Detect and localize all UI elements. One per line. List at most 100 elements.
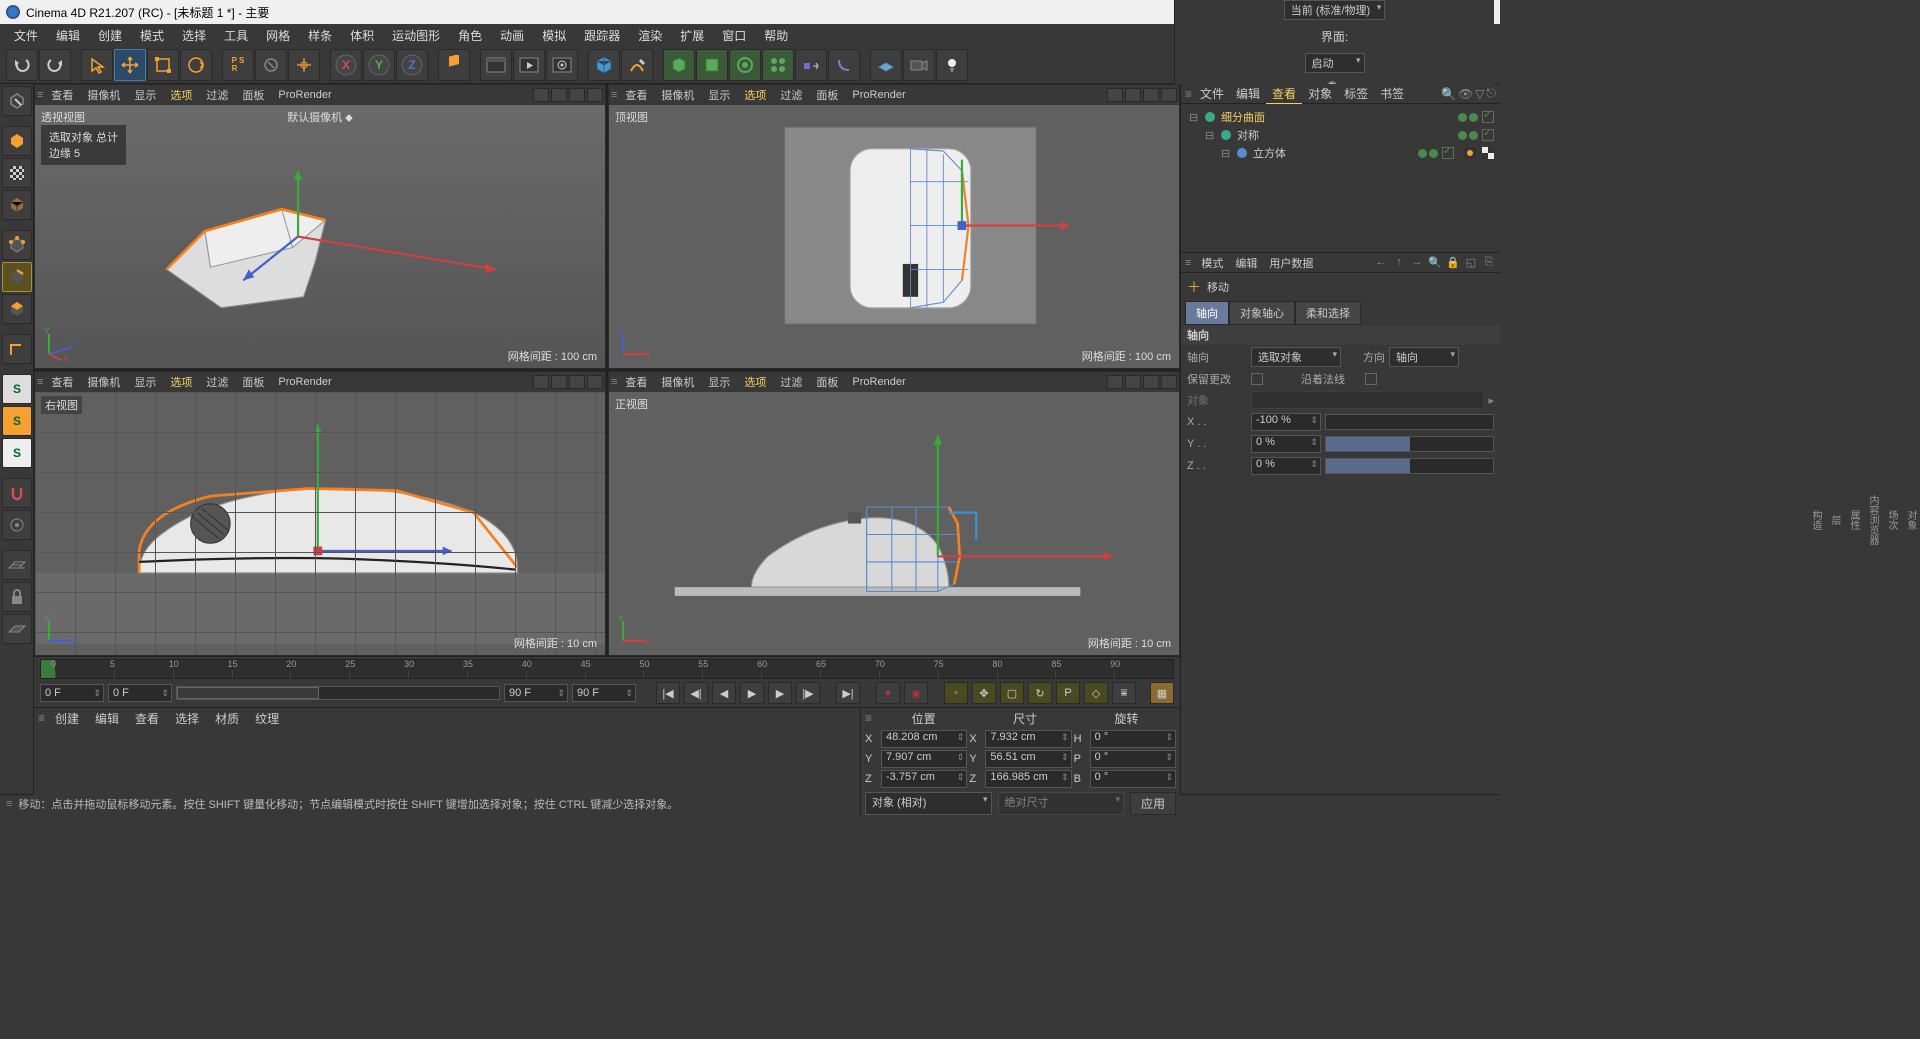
key-param-button[interactable]: P [1056,682,1080,704]
pos-y-input[interactable]: 7.907 cm [881,750,967,768]
select-tool[interactable] [81,49,113,81]
render-pv-button[interactable] [513,49,545,81]
polygon-mode-button[interactable] [2,294,32,324]
nodespace-dropdown[interactable]: 当前 (标准/物理) [1284,0,1385,20]
vp-menu-item[interactable]: 摄像机 [655,372,700,392]
mat-menu-item[interactable]: 纹理 [247,710,287,728]
viewport-right[interactable]: ≡查看摄像机显示选项过滤面板ProRender 右视图 [34,371,606,656]
play-button[interactable]: ▶ [740,682,764,704]
obj-tab[interactable]: 编辑 [1230,85,1266,103]
pos-z-input[interactable]: -3.757 cm [881,770,967,788]
tree-row[interactable]: ⊟ 立方体 [1185,144,1496,162]
deformer-button[interactable] [729,49,761,81]
crosshair-tool[interactable] [288,49,320,81]
frame-start-input[interactable]: 0 F [40,684,104,702]
hamburger-icon[interactable]: ≡ [611,89,617,101]
attr-subtab[interactable]: 柔和选择 [1295,301,1361,325]
planar-workplane-button[interactable] [2,614,32,644]
vp-menu-item[interactable]: 摄像机 [81,85,126,105]
key-scale-button[interactable]: ▢ [1000,682,1024,704]
key-options-button[interactable]: ⩸ [1112,682,1136,704]
render-dot[interactable] [1429,149,1438,158]
mat-menu-item[interactable]: 编辑 [87,710,127,728]
menu-item[interactable]: 样条 [300,25,340,46]
mat-menu-item[interactable]: 创建 [47,710,87,728]
rotate-tool[interactable] [180,49,212,81]
menu-item[interactable]: 动画 [492,25,532,46]
y-axis-button[interactable]: Y [363,49,395,81]
hamburger-icon[interactable]: ≡ [38,711,45,725]
attr-subtab[interactable]: 对象轴心 [1229,301,1295,325]
menu-item[interactable]: 编辑 [48,25,88,46]
step-fwd-button[interactable]: ▶ [768,682,792,704]
snap-toggle-button[interactable] [2,478,32,508]
vp-menu-item[interactable]: 面板 [810,85,844,105]
axis-slider[interactable] [1325,414,1494,430]
size-x-input[interactable]: 7.932 cm [985,730,1071,748]
obj-tab[interactable]: 标签 [1338,85,1374,103]
vp-menu-item[interactable]: 过滤 [774,85,808,105]
axis-value-input[interactable]: 0 % [1251,457,1321,475]
keep-checkbox[interactable] [1251,373,1263,385]
axis-value-input[interactable]: 0 % [1251,435,1321,453]
undo-button[interactable] [6,49,38,81]
enable-checkbox[interactable] [1442,147,1454,159]
vp-menu-item[interactable]: 查看 [619,85,653,105]
field-button[interactable] [795,49,827,81]
side-tab[interactable]: 内容浏览器 [1865,489,1880,551]
menu-item[interactable]: 帮助 [756,25,796,46]
render-dot[interactable] [1469,131,1478,140]
goto-key-next-button[interactable]: |▶ [796,682,820,704]
axis-dropdown[interactable]: 选取对象 [1251,347,1341,367]
expand-icon[interactable]: ⊟ [1189,111,1199,124]
timeline-range-slider[interactable] [176,686,500,700]
obj-tab[interactable]: 书签 [1374,85,1410,103]
timeline-window-button[interactable]: ▦ [1150,682,1174,704]
obj-tab[interactable]: 文件 [1194,85,1230,103]
workplane-mode-button[interactable] [2,190,32,220]
hamburger-icon[interactable]: ≡ [37,89,43,101]
enable-checkbox[interactable] [1482,111,1494,123]
psr-button[interactable]: P SR [222,49,254,81]
generator-button[interactable] [696,49,728,81]
point-mode-button[interactable] [2,230,32,260]
side-tab[interactable]: 属性 [1846,504,1861,536]
menu-item[interactable]: 创建 [90,25,130,46]
vp-menu-item[interactable]: 选项 [164,372,198,392]
size-z-input[interactable]: 166.985 cm [985,770,1071,788]
menu-item[interactable]: 模拟 [534,25,574,46]
rot-h-input[interactable]: 0 ° [1090,730,1176,748]
goto-end-button[interactable]: ▶| [836,682,860,704]
subdiv-button[interactable] [663,49,695,81]
vp-menu-item[interactable]: ProRender [846,87,911,103]
viewport-solo3-button[interactable]: S [2,438,32,468]
menu-item[interactable]: 网格 [258,25,298,46]
cube-primitive-button[interactable] [588,49,620,81]
vp-menu-item[interactable]: 显示 [128,372,162,392]
vp-rotate-icon[interactable] [569,88,585,102]
vp-menu-item[interactable]: 查看 [45,372,79,392]
vp-menu-item[interactable]: 面板 [236,85,270,105]
direction-dropdown[interactable]: 轴向 [1389,347,1459,367]
menu-item[interactable]: 角色 [450,25,490,46]
frame-end-input[interactable]: 90 F [504,684,568,702]
tag-button[interactable] [828,49,860,81]
vp-menu-item[interactable]: 显示 [128,85,162,105]
side-tab[interactable]: 层 [1827,509,1842,531]
visibility-dot[interactable] [1418,149,1427,158]
x-axis-button[interactable]: X [330,49,362,81]
obj-tab[interactable]: 查看 [1266,85,1302,105]
object-link[interactable] [1251,391,1484,409]
cloner-button[interactable] [762,49,794,81]
search-icon[interactable]: 🔍 [1428,256,1442,270]
vp-menu-item[interactable]: ProRender [272,87,337,103]
render-view-button[interactable] [480,49,512,81]
axis-slider[interactable] [1325,436,1494,452]
side-tab[interactable]: 对象 [1903,504,1918,536]
workplane-button[interactable] [2,550,32,580]
normal-checkbox[interactable] [1365,373,1377,385]
mat-menu-item[interactable]: 选择 [167,710,207,728]
vp-max-icon[interactable] [587,88,603,102]
side-tab[interactable]: 构造 [1808,504,1823,536]
render-dot[interactable] [1469,113,1478,122]
